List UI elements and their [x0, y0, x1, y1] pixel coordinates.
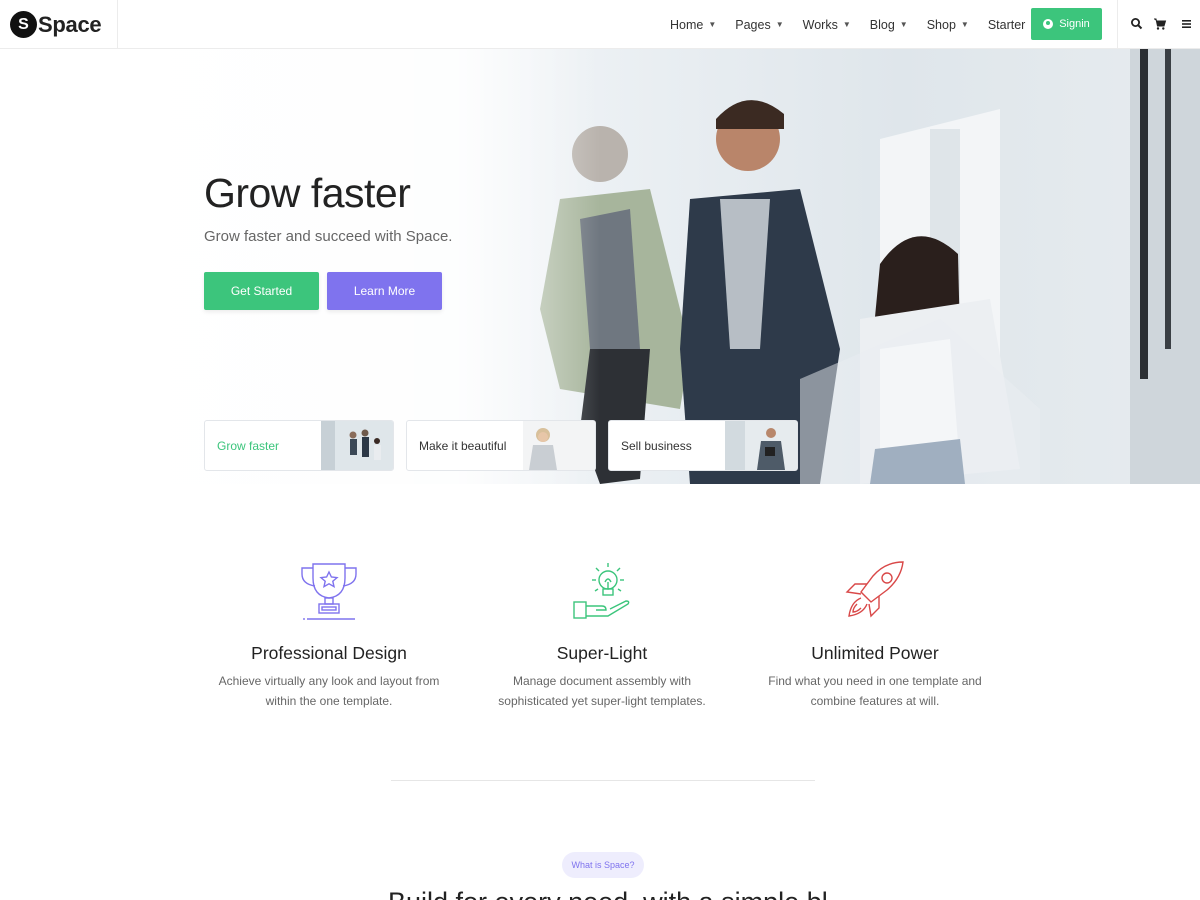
hero-photo: [0, 49, 1200, 484]
user-icon: [1043, 19, 1054, 29]
trophy-icon: [301, 563, 357, 620]
main-nav: Home ▼ Pages ▼ Works ▼ Blog ▼ Shop ▼ Starter: [670, 0, 1044, 49]
nav-blog[interactable]: Blog ▼: [870, 18, 908, 32]
brand-name: Space: [38, 11, 102, 37]
hero-section: Grow faster Grow faster and succeed with…: [0, 49, 1200, 484]
feature-description-line: Manage document assembly with: [512, 674, 692, 688]
chevron-down-icon: ▼: [708, 20, 717, 29]
learn-more-button[interactable]: Learn More: [327, 272, 442, 310]
hero-subtitle: Grow faster and succeed with Space.: [204, 228, 453, 245]
section-divider: [391, 780, 815, 781]
nav-home[interactable]: Home ▼: [670, 18, 716, 32]
hero-title: Grow faster: [204, 170, 411, 216]
menu-icon[interactable]: [1180, 17, 1194, 31]
hero-card-label: Grow faster: [217, 438, 280, 453]
hero-card-label: Make it beautiful: [419, 438, 507, 453]
nav-starter[interactable]: Starter: [988, 18, 1026, 32]
chevron-down-icon: ▼: [899, 20, 908, 29]
nav-blog-label: Blog: [869, 17, 895, 32]
feature-description-line: within the one template.: [265, 693, 393, 708]
hero-card-thumbnail: [321, 421, 393, 470]
chevron-down-icon: ▼: [960, 20, 969, 29]
brand-logo[interactable]: S Space: [0, 0, 118, 49]
lightbulb-hand-icon: [573, 563, 630, 619]
feature-description-line: Achieve virtually any look and layout fr…: [218, 674, 440, 688]
cart-icon[interactable]: [1153, 17, 1167, 31]
signin-button[interactable]: Signin: [1031, 8, 1102, 40]
nav-shop-label: Shop: [926, 17, 956, 32]
feature-description: Find what you need in one template and c…: [745, 672, 1005, 711]
section-badge: What is Space?: [562, 852, 644, 878]
nav-pages-label: Pages: [735, 17, 771, 32]
get-started-button[interactable]: Get Started: [204, 272, 319, 310]
search-icon[interactable]: [1130, 17, 1144, 31]
hero-card-sell-business[interactable]: Sell business: [608, 420, 798, 471]
hero-card-make-it-beautiful[interactable]: Make it beautiful: [406, 420, 596, 471]
feature-description-line: sophisticated yet super-light templates.: [498, 693, 706, 708]
site-header: S Space Home ▼ Pages ▼ Works ▼ Blog ▼ Shop ▼ …: [0, 0, 1200, 49]
features-section: Professional Design Achieve virtually an…: [0, 484, 1200, 784]
feature-description-line: combine features at will.: [810, 693, 940, 708]
signin-label: Signin: [1059, 18, 1090, 30]
brand-mark: S: [10, 11, 37, 38]
hero-card-thumbnail: [523, 421, 595, 470]
chevron-down-icon: ▼: [775, 20, 784, 29]
nav-shop[interactable]: Shop ▼: [927, 18, 969, 32]
feature-title: Unlimited Power: [811, 643, 939, 663]
hero-card-grow-faster[interactable]: Grow faster: [204, 420, 394, 471]
hero-card-thumbnail: [725, 421, 797, 470]
feature-title: Super-Light: [556, 643, 648, 663]
chevron-down-icon: ▼: [842, 20, 851, 29]
nav-works-label: Works: [802, 17, 838, 32]
nav-pages[interactable]: Pages ▼: [735, 18, 783, 32]
feature-description: Manage document assembly with sophistica…: [472, 672, 732, 711]
rocket-icon: [845, 561, 904, 618]
nav-works[interactable]: Works ▼: [803, 18, 851, 32]
feature-title: Professional Design: [251, 643, 407, 663]
nav-home-label: Home: [670, 17, 704, 32]
hero-card-label: Sell business: [621, 438, 692, 453]
feature-description: Achieve virtually any look and layout fr…: [199, 672, 459, 711]
nav-starter-label: Starter: [987, 17, 1026, 32]
feature-description-line: Find what you need in one template and: [768, 674, 982, 688]
header-divider: [1117, 0, 1118, 49]
section-heading: Build for every need, with a simple bl: [388, 887, 828, 900]
